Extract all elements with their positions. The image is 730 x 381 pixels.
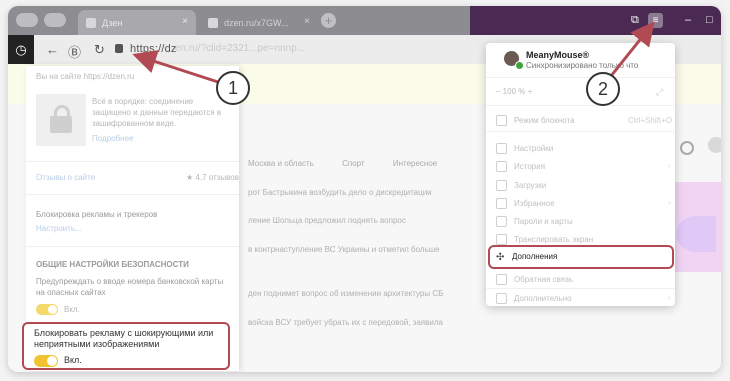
callout-2: 2	[586, 72, 620, 106]
browser-window: Дзен × dzen.ru/x7GW... × + ⧉ ≡ – □ ◷ ← Ⓑ…	[8, 6, 721, 372]
annotation-arrows	[132, 21, 655, 84]
callout-1: 1	[216, 71, 250, 105]
arrow-2	[609, 21, 655, 77]
arrow-1	[132, 50, 219, 84]
